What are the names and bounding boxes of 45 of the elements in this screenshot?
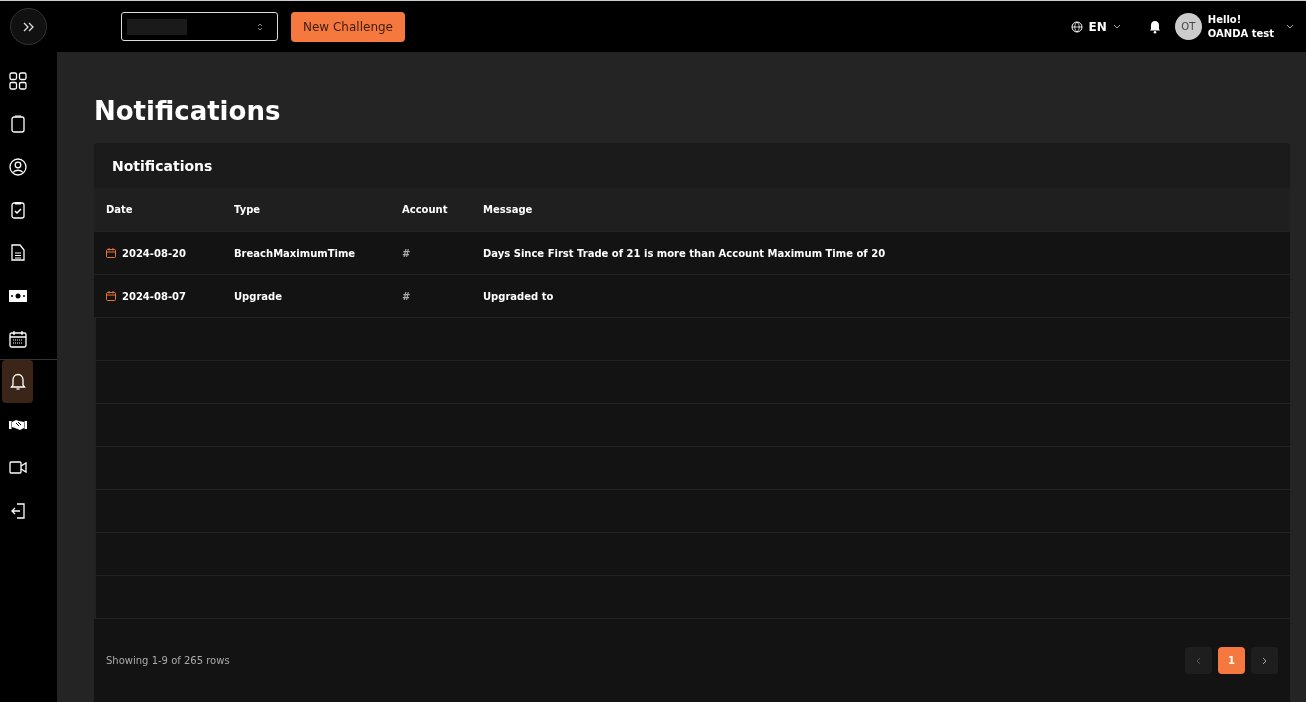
logout-icon [9,502,26,519]
table-cell: 2024-08-07 [122,290,186,302]
user-circle-icon [8,157,27,176]
clipboard-check-icon [10,200,25,219]
sidebar-item[interactable] [2,360,33,403]
table-cell-text: BreachMaximumTime [234,247,357,259]
column-header: Type [234,204,262,215]
card-title: Notifications [112,157,213,174]
greeting-text: Hello! [1207,12,1243,27]
banknote-icon [8,289,27,302]
bell-icon [9,372,26,391]
video-camera-icon [8,461,27,474]
bell-icon[interactable] [1148,19,1161,34]
user-name: OANDA test [1207,26,1274,41]
grid-icon [8,71,27,90]
calendar-icon [8,329,27,348]
clipboard-icon [10,114,25,133]
table-cell-text: Upgrade [234,290,284,302]
calendar-icon [106,248,116,258]
page-title: Notifications [94,95,282,128]
chevron-down-icon[interactable] [1286,24,1294,29]
table-cell: Days Since First Trade of 21 is more than Account Maximum Time of 20 [483,247,886,259]
handshake-icon [8,418,27,431]
column-header: Date [106,204,134,215]
rows-count-text: Showing 1-9 of 265 rows [106,655,230,666]
double-chevron-icon [22,21,35,32]
user-avatar[interactable]: OT [1174,13,1202,40]
expand-sidebar-button[interactable] [10,8,47,45]
chevron-left-icon [1196,656,1201,665]
new-challenge-button[interactable]: New Challenge [291,11,405,42]
calendar-icon [106,291,116,301]
redacted-block [127,18,187,35]
language-selector[interactable]: EN [1070,19,1121,34]
column-header: Message [483,204,533,215]
sort-arrows-icon [257,21,263,32]
table-cell-text: # [402,290,411,302]
column-header: Account [402,204,449,215]
chevron-right-icon [1262,656,1267,665]
account-select[interactable] [121,12,278,41]
document-icon [10,243,25,262]
table-cell: 2024-08-20 [122,247,186,259]
table-cell-text: # [402,247,411,259]
globe-icon [1070,20,1083,33]
chevron-down-icon [1112,24,1121,29]
table-cell: Upgraded to [483,290,554,302]
